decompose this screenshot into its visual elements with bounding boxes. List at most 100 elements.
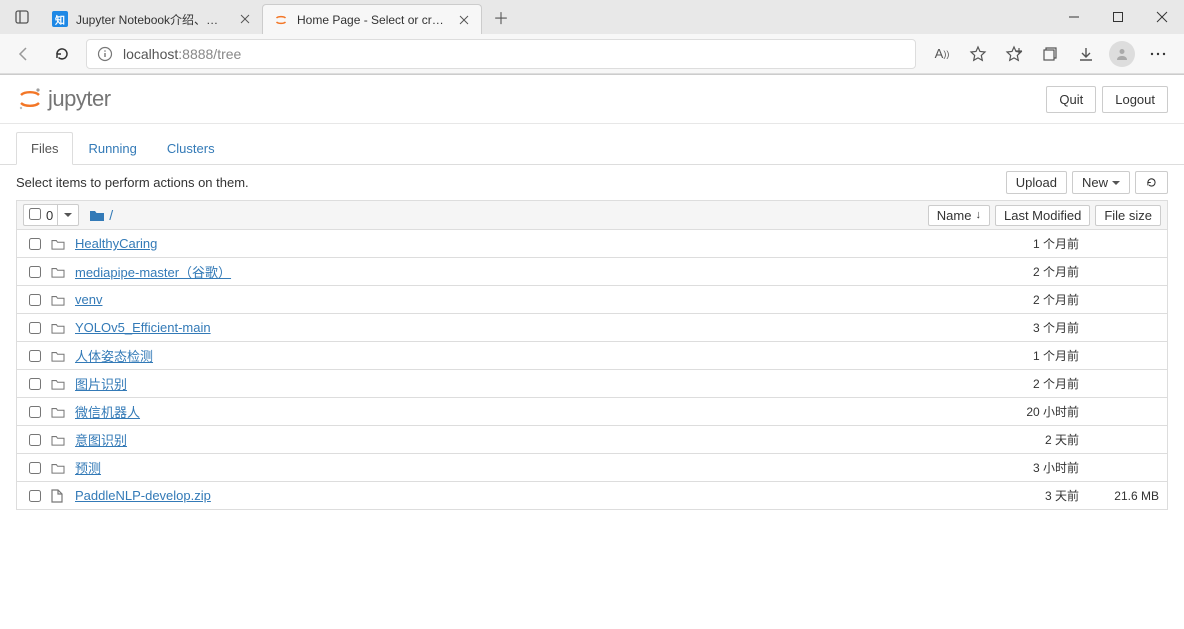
more-icon[interactable] bbox=[1142, 38, 1174, 70]
maximize-button[interactable] bbox=[1096, 0, 1140, 34]
item-modified: 2 个月前 bbox=[989, 375, 1079, 392]
jupyter-header: jupyter Quit Logout bbox=[0, 75, 1184, 124]
item-link[interactable]: HealthyCaring bbox=[75, 236, 157, 251]
item-link[interactable]: 微信机器人 bbox=[75, 402, 140, 421]
select-all-control[interactable]: 0 bbox=[23, 204, 79, 226]
new-button-label: New bbox=[1082, 175, 1108, 190]
browser-tab[interactable]: 知 Jupyter Notebook介绍、安装及 bbox=[42, 4, 262, 34]
folder-icon bbox=[51, 378, 67, 390]
select-all-checkbox[interactable] bbox=[29, 208, 41, 220]
item-modified: 1 个月前 bbox=[989, 347, 1079, 364]
item-link[interactable]: 预测 bbox=[75, 458, 101, 477]
file-icon bbox=[51, 489, 67, 503]
star-icon[interactable] bbox=[962, 38, 994, 70]
folder-icon bbox=[51, 434, 67, 446]
folder-icon bbox=[51, 406, 67, 418]
item-link[interactable]: YOLOv5_Efficient-main bbox=[75, 320, 211, 335]
row-checkbox[interactable] bbox=[29, 462, 41, 474]
refresh-button[interactable] bbox=[48, 40, 76, 68]
select-dropdown[interactable] bbox=[57, 205, 78, 225]
item-link[interactable]: 人体姿态检测 bbox=[75, 346, 153, 365]
jupyter-logo[interactable]: jupyter bbox=[16, 85, 111, 113]
url-field[interactable]: localhost:8888/tree bbox=[86, 39, 916, 69]
folder-icon bbox=[51, 462, 67, 474]
breadcrumb[interactable]: / bbox=[89, 207, 113, 223]
row-checkbox[interactable] bbox=[29, 322, 41, 334]
tab-files[interactable]: Files bbox=[16, 132, 73, 165]
read-aloud-icon[interactable]: A)) bbox=[926, 38, 958, 70]
new-button[interactable]: New bbox=[1072, 171, 1130, 194]
minimize-button[interactable] bbox=[1052, 0, 1096, 34]
file-row: YOLOv5_Efficient-main 3 个月前 bbox=[16, 314, 1168, 342]
row-checkbox[interactable] bbox=[29, 406, 41, 418]
item-modified: 1 个月前 bbox=[989, 235, 1079, 252]
breadcrumb-root: / bbox=[109, 207, 113, 223]
file-row: PaddleNLP-develop.zip 3 天前 21.6 MB bbox=[16, 482, 1168, 510]
selected-count: 0 bbox=[46, 208, 57, 223]
profile-avatar[interactable] bbox=[1106, 38, 1138, 70]
browser-chrome: 知 Jupyter Notebook介绍、安装及 Home Page - Selec… bbox=[0, 0, 1184, 75]
item-modified: 2 天前 bbox=[989, 431, 1079, 448]
collections-icon[interactable] bbox=[1034, 38, 1066, 70]
list-header: 0 / Name↓ Last Modified File size bbox=[16, 200, 1168, 230]
tab-running[interactable]: Running bbox=[73, 132, 151, 165]
folder-icon bbox=[51, 294, 67, 306]
file-row: 意图识别 2 天前 bbox=[16, 426, 1168, 454]
sort-name-button[interactable]: Name↓ bbox=[928, 205, 990, 226]
downloads-icon[interactable] bbox=[1070, 38, 1102, 70]
new-tab-button[interactable]: ＋ bbox=[486, 2, 516, 32]
item-modified: 20 小时前 bbox=[989, 403, 1079, 420]
address-bar: localhost:8888/tree A)) bbox=[0, 34, 1184, 74]
favicon-icon: 知 bbox=[52, 11, 68, 27]
tab-clusters[interactable]: Clusters bbox=[152, 132, 230, 165]
upload-button[interactable]: Upload bbox=[1006, 171, 1067, 194]
row-checkbox[interactable] bbox=[29, 238, 41, 250]
site-info-icon[interactable] bbox=[97, 46, 113, 62]
close-tab-icon[interactable] bbox=[457, 13, 471, 27]
tab-title: Home Page - Select or create a n bbox=[297, 13, 449, 27]
row-checkbox[interactable] bbox=[29, 350, 41, 362]
favicon-icon bbox=[273, 12, 289, 28]
file-row: mediapipe-master（谷歌）2 个月前 bbox=[16, 258, 1168, 286]
sort-size-button[interactable]: File size bbox=[1095, 205, 1161, 226]
jupyter-logo-icon bbox=[16, 85, 44, 113]
tab-strip: 知 Jupyter Notebook介绍、安装及 Home Page - Selec… bbox=[0, 0, 1184, 34]
item-link[interactable]: mediapipe-master（谷歌） bbox=[75, 262, 231, 281]
window-controls bbox=[1052, 0, 1184, 34]
browser-tab[interactable]: Home Page - Select or create a n bbox=[262, 4, 482, 34]
item-size: 21.6 MB bbox=[1089, 489, 1159, 503]
row-checkbox[interactable] bbox=[29, 266, 41, 278]
refresh-list-button[interactable] bbox=[1135, 171, 1168, 194]
row-checkbox[interactable] bbox=[29, 378, 41, 390]
row-checkbox[interactable] bbox=[29, 434, 41, 446]
quit-button[interactable]: Quit bbox=[1046, 86, 1096, 113]
folder-icon bbox=[89, 208, 105, 222]
item-modified: 3 天前 bbox=[989, 487, 1079, 504]
back-button[interactable] bbox=[10, 40, 38, 68]
file-row: 预测 3 小时前 bbox=[16, 454, 1168, 482]
row-checkbox[interactable] bbox=[29, 294, 41, 306]
close-window-button[interactable] bbox=[1140, 0, 1184, 34]
toolbar: Select items to perform actions on them.… bbox=[0, 165, 1184, 200]
favorites-icon[interactable] bbox=[998, 38, 1030, 70]
item-link[interactable]: venv bbox=[75, 292, 102, 307]
item-link[interactable]: 意图识别 bbox=[75, 430, 127, 449]
logout-button[interactable]: Logout bbox=[1102, 86, 1168, 113]
sort-modified-button[interactable]: Last Modified bbox=[995, 205, 1090, 226]
item-modified: 3 个月前 bbox=[989, 319, 1079, 336]
close-tab-icon[interactable] bbox=[238, 12, 252, 26]
folder-icon bbox=[51, 350, 67, 362]
row-checkbox[interactable] bbox=[29, 490, 41, 502]
tab-title: Jupyter Notebook介绍、安装及 bbox=[76, 11, 230, 28]
item-link[interactable]: 图片识别 bbox=[75, 374, 127, 393]
file-row: 微信机器人 20 小时前 bbox=[16, 398, 1168, 426]
file-row: 图片识别 2 个月前 bbox=[16, 370, 1168, 398]
item-modified: 3 小时前 bbox=[989, 459, 1079, 476]
tab-overview-button[interactable] bbox=[8, 3, 36, 31]
jupyter-tabs: Files Running Clusters bbox=[0, 132, 1184, 165]
file-row: HealthyCaring 1 个月前 bbox=[16, 230, 1168, 258]
item-link[interactable]: PaddleNLP-develop.zip bbox=[75, 488, 211, 503]
folder-icon bbox=[51, 266, 67, 278]
url-text: localhost:8888/tree bbox=[123, 46, 241, 62]
file-row: venv2 个月前 bbox=[16, 286, 1168, 314]
